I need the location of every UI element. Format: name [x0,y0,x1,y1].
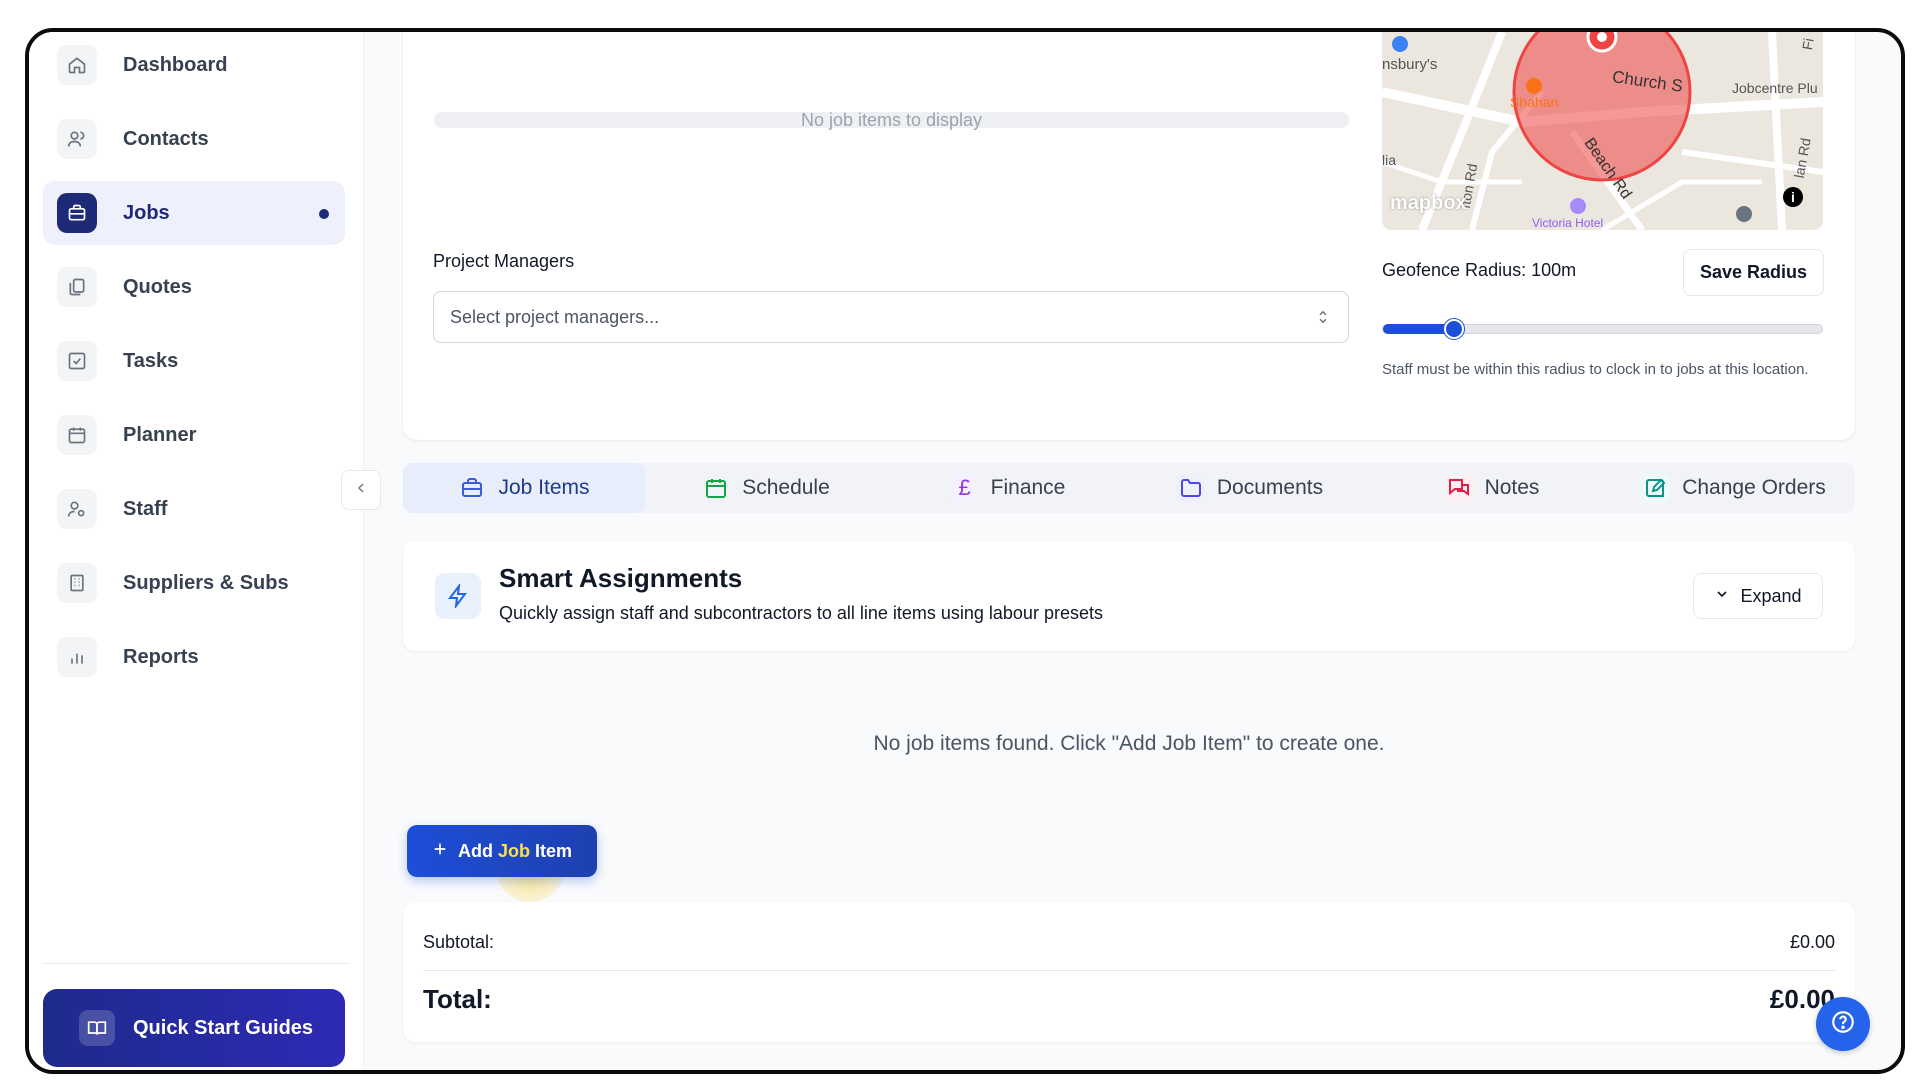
geofence-help-text: Staff must be within this radius to cloc… [1382,361,1809,378]
mapbox-logo: mapbox [1390,192,1467,214]
save-radius-button[interactable]: Save Radius [1683,249,1824,296]
sidebar-item-label: Tasks [123,350,179,372]
slider-thumb[interactable] [1443,319,1464,339]
checkbox-icon [57,341,97,381]
chevron-down-icon [1714,586,1730,607]
chevron-left-icon [353,480,369,501]
sidebar-divider [43,963,349,964]
quick-start-guides-button[interactable]: Quick Start Guides [43,989,345,1067]
sidebar-item-label: Planner [123,424,197,446]
tab-label: Finance [990,476,1066,499]
geofence-map[interactable]: nsbury's Church S Jobcentre Plu Shahan B… [1382,32,1823,230]
calendar-icon [57,415,97,455]
sidebar-item-label: Suppliers & Subs [123,572,289,594]
smart-assignments-subtitle: Quickly assign staff and subcontractors … [499,603,1103,623]
chevron-up-down-icon [1314,306,1332,333]
plus-icon [432,841,448,862]
collapse-sidebar-button[interactable] [341,470,381,510]
smart-assignments-card: Smart Assignments Quickly assign staff a… [403,541,1855,651]
sidebar-item-reports[interactable]: Reports [43,625,345,689]
sidebar-item-dashboard[interactable]: Dashboard [43,33,345,97]
sidebar-item-suppliers[interactable]: Suppliers & Subs [43,551,345,615]
add-job-item-label: Add Job Item [457,840,573,861]
sidebar-item-label: Jobs [123,202,170,224]
total-label: Total: [423,984,492,1014]
tab-label: Notes [1484,476,1540,499]
sidebar-item-contacts[interactable]: Contacts [43,107,345,171]
smart-assignments-title: Smart Assignments [499,563,743,593]
sidebar-item-planner[interactable]: Planner [43,403,345,467]
totals-divider [423,970,1835,971]
tab-job-items[interactable]: Job Items [403,463,645,513]
home-icon [57,45,97,85]
sidebar-item-label: Quotes [123,276,192,298]
lightning-icon [435,573,481,619]
book-icon [79,1010,115,1046]
sidebar-item-tasks[interactable]: Tasks [43,329,345,393]
project-managers-select[interactable]: Select project managers... [433,291,1349,343]
sidebar-item-label: Reports [123,646,199,668]
user-settings-icon [57,489,97,529]
quick-start-label: Quick Start Guides [133,1017,314,1039]
project-managers-label: Project Managers [433,251,575,271]
map-label: lia [1382,152,1397,168]
sidebar-item-label: Dashboard [123,54,228,76]
job-tabs: Job Items Schedule £ Finance Documents N… [403,463,1855,513]
sidebar-item-label: Contacts [123,128,209,150]
chat-icon [1444,474,1473,502]
totals-card: Subtotal: £0.00 Total: £0.00 [403,902,1855,1042]
documents-icon [57,267,97,307]
tab-finance[interactable]: £ Finance [887,463,1129,513]
info-icon[interactable]: i [1783,187,1803,207]
no-job-items-text: No job items to display [800,110,983,130]
tab-change-orders[interactable]: Change Orders [1613,463,1855,513]
map-label: Shahan [1510,94,1559,110]
tab-label: Job Items [498,476,590,499]
project-managers-placeholder: Select project managers... [450,307,660,327]
edit-icon [1642,474,1671,502]
map-label: Fi [1798,36,1817,52]
folder-icon [1176,474,1205,502]
expand-label: Expand [1740,585,1802,606]
subtotal-label: Subtotal: [423,932,495,952]
briefcase-icon [458,474,486,502]
help-button[interactable] [1816,997,1870,1051]
active-indicator [319,209,329,219]
app-window: Dashboard Contacts Jobs Quotes Tasks Pla… [25,28,1905,1074]
sidebar-item-quotes[interactable]: Quotes [43,255,345,319]
tab-schedule[interactable]: Schedule [645,463,887,513]
add-job-item-button[interactable]: Add Job Item [407,825,597,877]
users-icon [57,119,97,159]
expand-button[interactable]: Expand [1693,573,1823,619]
tab-documents[interactable]: Documents [1129,463,1371,513]
tab-label: Documents [1216,476,1324,499]
bar-chart-icon [57,637,97,677]
sidebar-item-label: Staff [123,498,168,520]
question-icon [1830,1009,1856,1040]
tab-notes[interactable]: Notes [1371,463,1613,513]
sidebar-item-jobs[interactable]: Jobs [43,181,345,245]
slider-fill [1383,324,1454,334]
tab-label: Change Orders [1682,476,1826,499]
map-label: Jobcentre Plu [1732,80,1818,96]
calendar-icon [702,474,730,502]
briefcase-icon [57,193,97,233]
empty-job-items-message: No job items found. Click "Add Job Item"… [873,732,1385,755]
map-label: Victoria Hotel [1532,216,1604,230]
sidebar-item-staff[interactable]: Staff [43,477,345,541]
geofence-radius-slider[interactable] [1382,319,1823,339]
subtotal-value: £0.00 [1789,932,1835,952]
map-label: nsbury's [1382,56,1438,73]
tab-label: Schedule [742,476,830,499]
sidebar: Dashboard Contacts Jobs Quotes Tasks Pla… [29,32,364,1070]
geofence-radius-label: Geofence Radius: 100m [1382,260,1577,280]
building-icon [57,563,97,603]
pound-icon: £ [950,474,979,502]
